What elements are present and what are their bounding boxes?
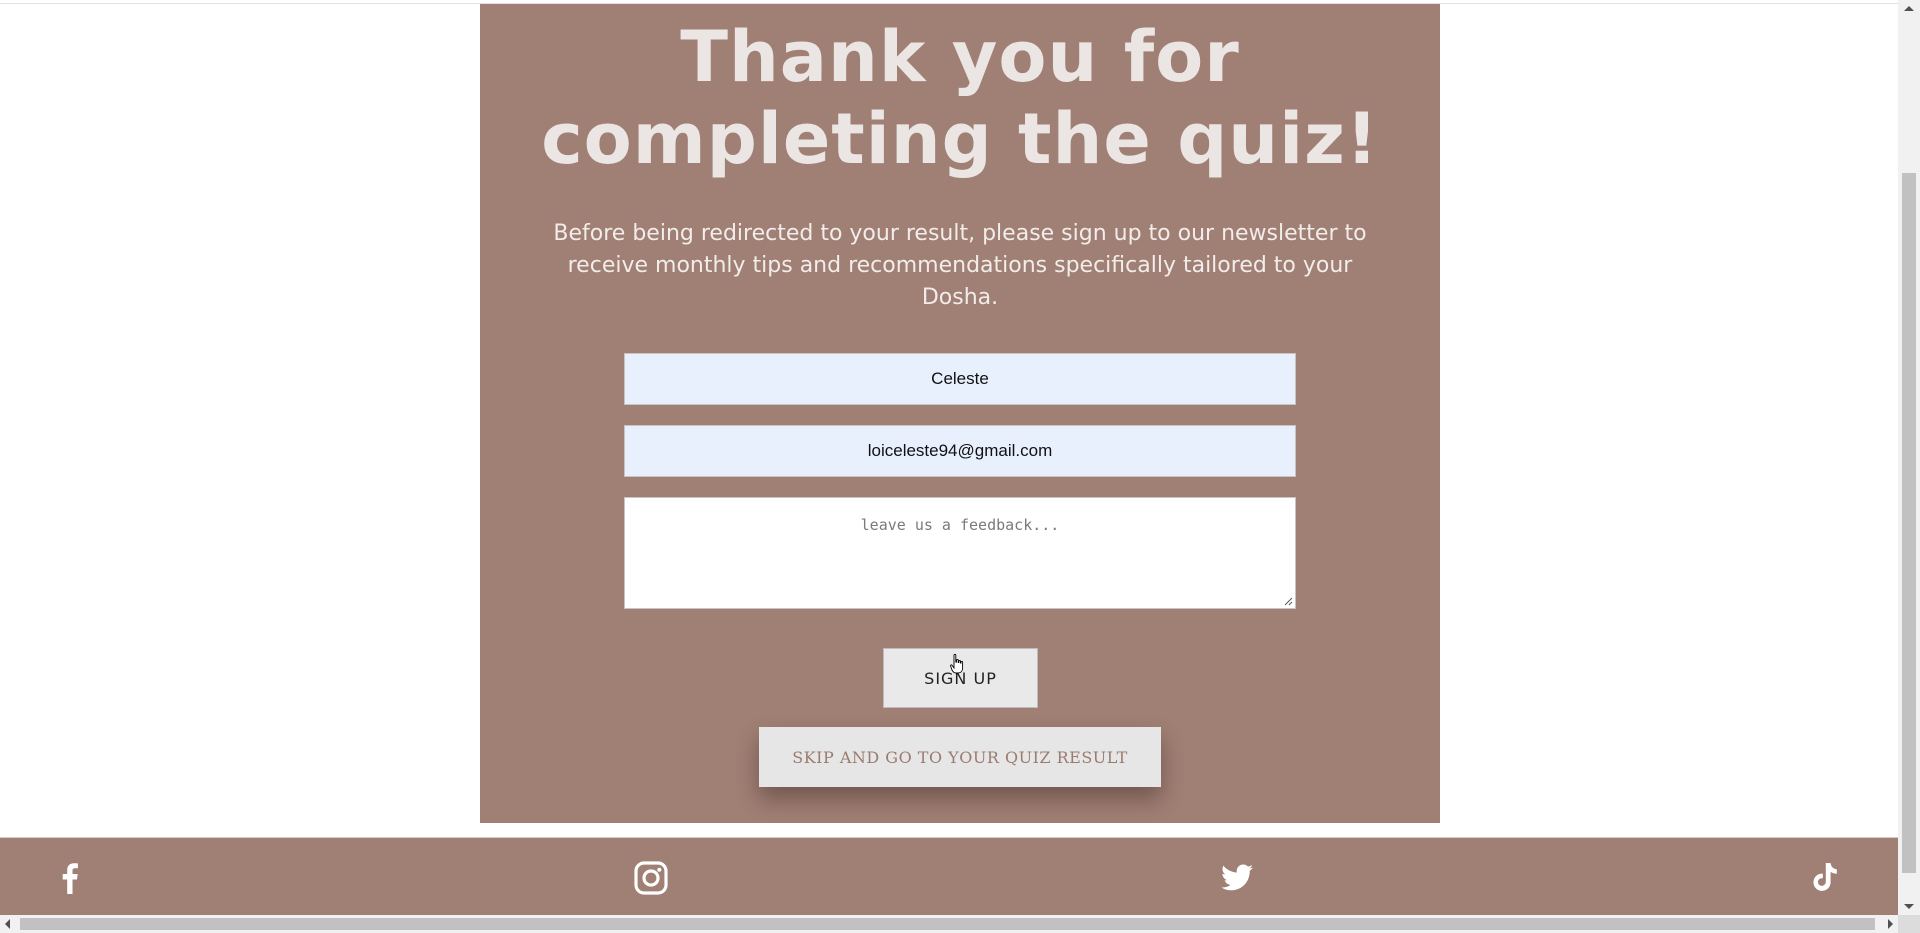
resize-handle-icon[interactable] — [1283, 596, 1293, 606]
feedback-textarea[interactable] — [624, 497, 1296, 609]
site-footer — [0, 837, 1898, 915]
tiktok-icon[interactable] — [1804, 858, 1844, 898]
horizontal-scrollbar[interactable] — [0, 915, 1898, 933]
vertical-scroll-thumb[interactable] — [1902, 173, 1916, 873]
page-viewport: Thank you for completing the quiz! Befor… — [0, 0, 1898, 915]
scroll-right-arrow-icon[interactable] — [1888, 919, 1893, 929]
quiz-complete-card: Thank you for completing the quiz! Befor… — [480, 4, 1440, 823]
sign-up-button[interactable]: SIGN UP — [883, 648, 1038, 708]
skip-to-result-button[interactable]: SKIP AND GO TO YOUR QUIZ RESULT — [759, 727, 1161, 787]
scroll-left-arrow-icon[interactable] — [5, 919, 10, 929]
vertical-scrollbar[interactable] — [1898, 0, 1920, 915]
instagram-icon[interactable] — [631, 858, 671, 898]
scroll-down-arrow-icon[interactable] — [1904, 904, 1914, 909]
email-input[interactable] — [624, 425, 1296, 477]
scroll-up-arrow-icon[interactable] — [1904, 6, 1914, 11]
horizontal-scroll-thumb[interactable] — [20, 918, 1875, 930]
scrollbar-corner — [1898, 915, 1920, 933]
facebook-icon[interactable] — [50, 858, 90, 898]
name-input[interactable] — [624, 353, 1296, 405]
page-title: Thank you for completing the quiz! — [541, 16, 1379, 180]
twitter-icon[interactable] — [1217, 858, 1257, 898]
newsletter-intro-text: Before being redirected to your result, … — [553, 221, 1367, 310]
